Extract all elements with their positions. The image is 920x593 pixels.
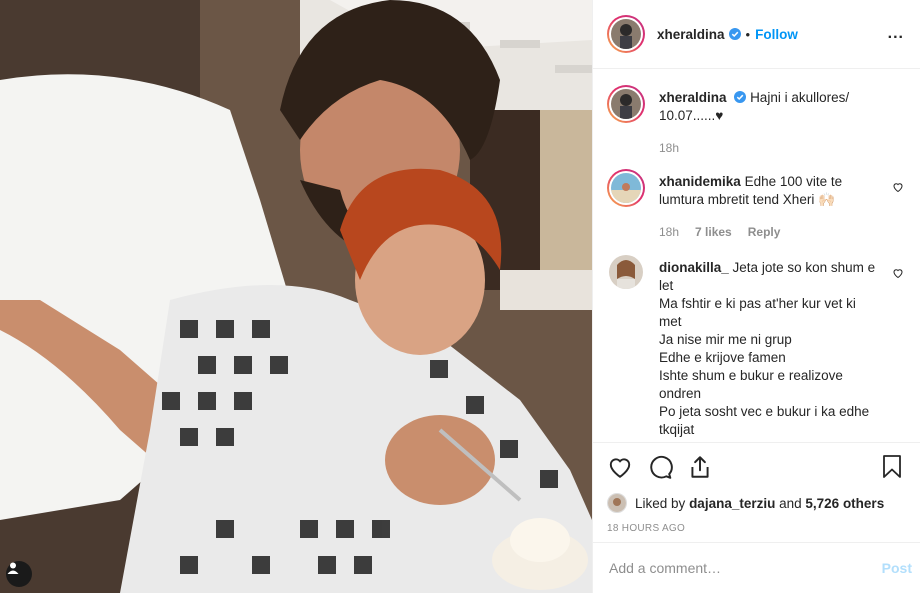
- comment-likes[interactable]: 7 likes: [695, 223, 732, 241]
- separator-dot: •: [745, 26, 751, 42]
- post-timestamp[interactable]: 18 HOURS AGO: [607, 523, 904, 534]
- caption-avatar[interactable]: [607, 85, 645, 123]
- verified-badge-icon: [734, 91, 747, 103]
- comment-bubble-icon[interactable]: [647, 454, 673, 480]
- bookmark-icon[interactable]: [880, 454, 904, 480]
- verified-badge-icon: [728, 28, 741, 40]
- comment-time[interactable]: 18h: [659, 223, 679, 241]
- comment-line: Ma fshtir e ki pas at'her kur vet ki met: [659, 296, 856, 329]
- caption-avatar-image: [611, 89, 641, 119]
- comment-username[interactable]: dionakilla_: [659, 260, 729, 275]
- like-comment-heart-icon[interactable]: [892, 267, 904, 279]
- comment-line: Po jeta sosht vec e bukur i ka edhe tkqi…: [659, 404, 870, 437]
- comment-username[interactable]: xhanidemika: [659, 174, 741, 189]
- liker-username[interactable]: dajana_terziu: [689, 496, 775, 511]
- comment-line: Ishte shum e bukur e realizove ondren: [659, 368, 843, 401]
- caption: xheraldina Hajni i akullores/ 10.07.....…: [607, 85, 904, 157]
- likes-summary: Liked by dajana_terziu and 5,726 others: [607, 493, 904, 513]
- tagged-users-icon[interactable]: [6, 561, 32, 587]
- comment-avatar[interactable]: [607, 169, 645, 207]
- post-comment-button[interactable]: Post: [882, 560, 912, 576]
- post-header: xheraldina • Follow ...: [593, 0, 920, 69]
- photo-illustration: [0, 0, 592, 593]
- profile-avatar[interactable]: [607, 15, 645, 53]
- likes-count[interactable]: 5,726 others: [805, 496, 884, 511]
- follow-button[interactable]: Follow: [755, 27, 798, 42]
- comments-list[interactable]: xheraldina Hajni i akullores/ 10.07.....…: [593, 69, 920, 442]
- comment-item: xhanidemika Edhe 100 vite te lumtura mbr…: [607, 169, 904, 241]
- share-icon[interactable]: [687, 454, 713, 480]
- post-photo[interactable]: [0, 0, 592, 593]
- comment-avatar[interactable]: [609, 255, 643, 289]
- likes-prefix: Liked by: [635, 495, 686, 511]
- post-actions: Liked by dajana_terziu and 5,726 others …: [593, 442, 920, 542]
- add-comment-bar: Post: [593, 542, 920, 593]
- header-username[interactable]: xheraldina: [657, 27, 725, 42]
- comment-line: Edhe e krijove famen: [659, 350, 786, 365]
- likes-and: and: [779, 495, 802, 511]
- more-options-icon[interactable]: ...: [888, 25, 904, 43]
- caption-username[interactable]: xheraldina: [659, 90, 727, 105]
- post-modal: xheraldina • Follow ... xheraldina Hajni…: [0, 0, 920, 593]
- like-heart-icon[interactable]: [607, 454, 633, 480]
- caption-time[interactable]: 18h: [659, 139, 679, 157]
- avatar-image: [611, 19, 641, 49]
- reply-button[interactable]: Reply: [748, 223, 781, 241]
- comment-item: dionakilla_ Jeta jote so kon shum e let …: [607, 255, 904, 439]
- like-comment-heart-icon[interactable]: [892, 181, 904, 193]
- comment-avatar-image: [611, 173, 641, 203]
- post-sidebar: xheraldina • Follow ... xheraldina Hajni…: [592, 0, 920, 593]
- comment-input[interactable]: [609, 560, 882, 576]
- liker-avatar[interactable]: [607, 493, 627, 513]
- comment-line: Ja nise mir me ni grup: [659, 332, 792, 347]
